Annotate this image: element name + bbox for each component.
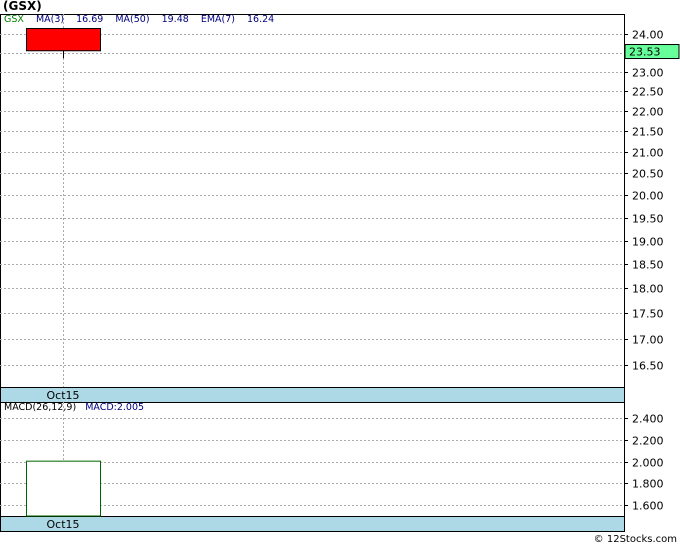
macd-date-band <box>0 516 625 532</box>
legend-ticker: GSX <box>4 14 24 25</box>
macd-ytick-label: 2.400 <box>632 413 664 426</box>
legend-ma50-value: 19.48 <box>161 14 189 25</box>
macd-ytick-label: 2.000 <box>632 457 664 470</box>
last-price-label: 23.53 <box>629 46 661 59</box>
macd-ytick-label: 2.200 <box>632 435 664 448</box>
price-ytick-label: 18.00 <box>632 283 664 296</box>
price-ytick-label: 22.50 <box>632 86 664 99</box>
price-ytick-label: 17.50 <box>632 308 664 321</box>
price-ytick-label: 21.50 <box>632 126 664 139</box>
macd-legend-label: MACD(26,12,9) <box>4 402 77 413</box>
price-ytick-label: 20.50 <box>632 168 664 181</box>
macd-legend: MACD(26,12,9) MACD:2.005 <box>4 402 144 413</box>
macd-ytick-label: 1.600 <box>632 500 664 513</box>
candle-body <box>26 28 101 52</box>
macd-ytick-label: 1.800 <box>632 478 664 491</box>
price-ytick-label: 19.50 <box>632 213 664 226</box>
price-ytick-label: 22.00 <box>632 106 664 119</box>
price-panel: 16.50 17.00 17.50 18.00 18.50 19.00 19.50 20.00… <box>0 14 680 403</box>
price-ytick-label: 23.00 <box>632 67 664 80</box>
legend-ma50-label: MA(50) <box>115 14 150 25</box>
price-ytick-label: 18.50 <box>632 259 664 272</box>
price-ytick-label: 17.00 <box>632 334 664 347</box>
price-ytick-label: 19.00 <box>632 236 664 249</box>
price-legend: GSX MA(3) 16.69 MA(50) 19.48 EMA(7) 16.2… <box>4 14 283 25</box>
legend-ma3-label: MA(3) <box>35 14 65 25</box>
price-ytick-label: 21.00 <box>632 147 664 160</box>
macd-panel: 1.600 1.800 2.000 2.200 2.400 Oct15 <box>0 402 664 532</box>
price-ytick-label: 24.00 <box>632 29 664 42</box>
legend-ema7-label: EMA(7) <box>200 14 235 25</box>
macd-xtick-label: Oct15 <box>46 518 79 531</box>
price-ytick-label: 20.00 <box>632 190 664 203</box>
macd-bar <box>26 460 101 517</box>
price-ytick-label: 16.50 <box>632 360 664 373</box>
chart-title: (GSX) <box>3 0 42 13</box>
copyright-text: © 12Stocks.com <box>593 534 677 545</box>
legend-ma3-value: 16.69 <box>76 14 104 25</box>
legend-ema7-value: 16.24 <box>247 14 275 25</box>
macd-legend-value: MACD:2.005 <box>85 402 145 413</box>
price-xtick-label: Oct15 <box>46 389 79 402</box>
chart-svg: 16.50 17.00 17.50 18.00 18.50 19.00 19.50 20.00… <box>0 14 680 532</box>
price-date-band <box>0 387 625 403</box>
